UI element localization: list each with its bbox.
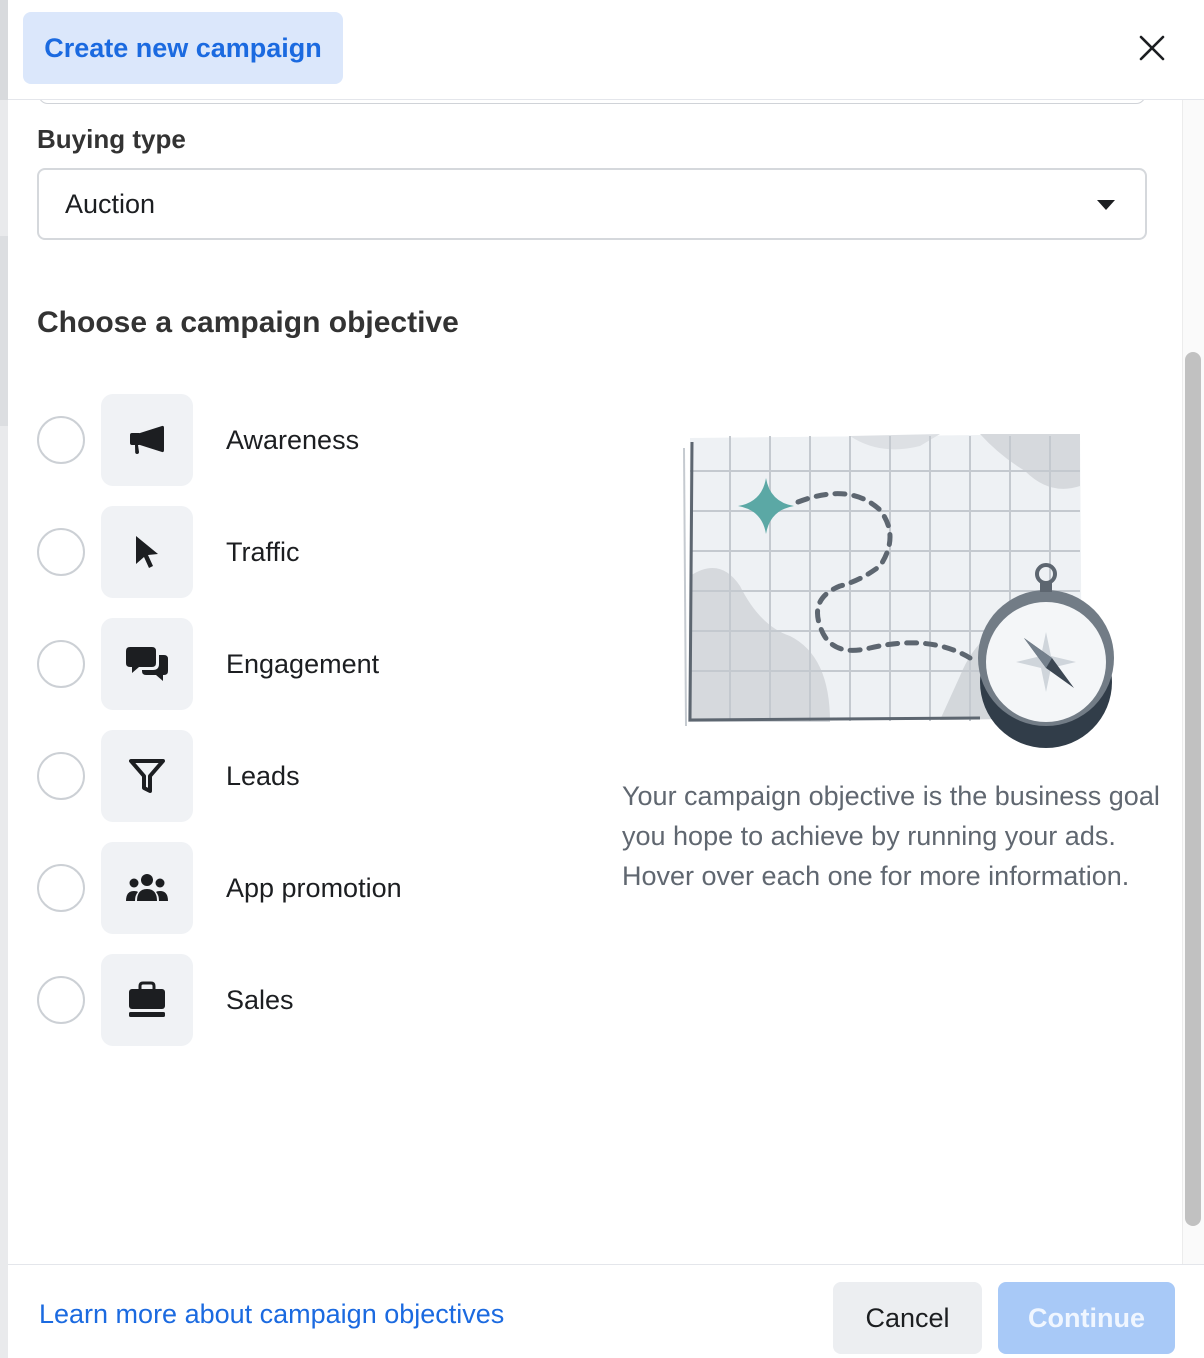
objective-icon-tile	[101, 618, 193, 710]
cursor-icon	[136, 536, 158, 568]
close-icon	[1139, 35, 1165, 61]
map-compass-illustration	[683, 434, 1114, 748]
objective-icon-tile	[101, 954, 193, 1046]
cancel-button[interactable]: Cancel	[833, 1282, 982, 1354]
learn-more-link[interactable]: Learn more about campaign objectives	[39, 1299, 504, 1330]
objective-section-title: Choose a campaign objective	[37, 306, 459, 339]
dialog-footer: Learn more about campaign objectives Can…	[8, 1264, 1204, 1358]
objective-option-sales[interactable]: Sales	[37, 944, 597, 1056]
buying-type-select[interactable]: Auction	[37, 168, 1147, 240]
objective-option-app-promotion[interactable]: App promotion	[37, 832, 597, 944]
objective-radio[interactable]	[37, 864, 85, 912]
close-button[interactable]	[1134, 30, 1170, 66]
megaphone-icon	[130, 425, 164, 454]
objective-icon-tile	[101, 842, 193, 934]
funnel-icon	[129, 759, 165, 793]
scrollbar-thumb[interactable]	[1185, 352, 1201, 1226]
objective-icon-tile	[101, 506, 193, 598]
objective-label: Sales	[226, 984, 294, 1015]
objective-radio[interactable]	[37, 528, 85, 576]
objective-option-engagement[interactable]: Engagement	[37, 608, 597, 720]
objective-icon-tile	[101, 730, 193, 822]
objective-option-leads[interactable]: Leads	[37, 720, 597, 832]
dialog-body: Buying type Auction Choose a campaign ob…	[8, 100, 1204, 1264]
objective-label: Engagement	[226, 648, 380, 679]
objective-label: Traffic	[226, 536, 300, 567]
objective-label: Awareness	[226, 424, 360, 455]
objective-list: Awareness Traffic Engagement Leads App p…	[37, 384, 597, 1056]
continue-button[interactable]: Continue	[998, 1282, 1175, 1354]
objective-radio[interactable]	[37, 752, 85, 800]
background-window-edge	[0, 0, 8, 1358]
objective-radio[interactable]	[37, 976, 85, 1024]
dialog-header: Create new campaign	[8, 0, 1204, 100]
objective-label: Leads	[226, 760, 300, 791]
objective-label: App promotion	[226, 872, 402, 903]
buying-type-value: Auction	[65, 188, 156, 219]
chat-bubbles-icon	[126, 647, 168, 681]
buying-type-label: Buying type	[37, 124, 186, 154]
objective-description: Your campaign objective is the business …	[622, 781, 1160, 891]
people-icon	[126, 874, 168, 901]
create-campaign-dialog: Create new campaign Buying type Auction …	[8, 0, 1204, 1358]
dialog-title: Create new campaign	[23, 12, 343, 84]
shopping-bag-icon	[129, 981, 165, 1017]
objective-radio[interactable]	[37, 640, 85, 688]
caret-down-icon	[1097, 200, 1115, 210]
objective-icon-tile	[101, 394, 193, 486]
objective-option-awareness[interactable]: Awareness	[37, 384, 597, 496]
objective-option-traffic[interactable]: Traffic	[37, 496, 597, 608]
objective-radio[interactable]	[37, 416, 85, 464]
